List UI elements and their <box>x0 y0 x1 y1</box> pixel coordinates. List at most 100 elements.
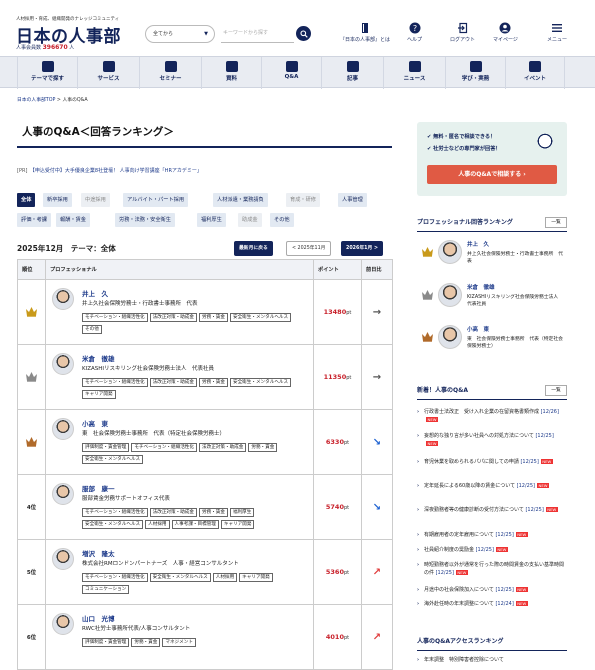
specialty-tag[interactable]: 法改正対策・助成金 <box>149 508 197 517</box>
gnav-learning[interactable]: 学び・実務 <box>445 57 505 89</box>
specialty-tag[interactable]: 安全衛生・メンタルヘルス <box>229 378 292 387</box>
search-input[interactable]: キーワードから探す <box>221 25 294 43</box>
latest-month-button[interactable]: 最新月に戻る <box>234 241 273 256</box>
specialty-tag[interactable]: マネジメント <box>162 638 196 647</box>
help-link[interactable]: ? ヘルプ <box>407 22 422 43</box>
pr-link[interactable]: [PR] 【申込受付中】大手優良企業8社登壇！ 人事向け学習講座「HRアカデミー… <box>17 167 202 174</box>
specialty-tag[interactable]: その他 <box>82 325 102 334</box>
specialty-tag[interactable]: 法改正対策・助成金 <box>199 443 247 452</box>
specialty-tag[interactable]: 人材採用 <box>145 520 170 529</box>
sidebar-ranking-item[interactable]: 米倉 徹雄 KIZASHIリスキリング社会保険労務士法人 代表社員 <box>417 283 567 319</box>
avatar[interactable] <box>52 353 74 375</box>
specialty-tag[interactable]: モチベーション・組織活性化 <box>82 573 148 582</box>
news-item[interactable]: › 深夜勤務者等の健康診断の受付方法について [12/25] NEW <box>417 506 567 514</box>
sidebar-news-more[interactable]: 一覧 <box>545 385 567 396</box>
filter-tab[interactable]: アルバイト・パート採用 <box>123 193 189 207</box>
breadcrumb-home[interactable]: 日本の人事部TOP <box>17 98 55 103</box>
professional-name[interactable]: 服部 康一 <box>82 483 115 493</box>
filter-tab[interactable]: 労務・法務・安全衛生 <box>115 213 175 227</box>
specialty-tag[interactable]: モチベーション・組織活性化 <box>131 443 197 452</box>
avatar[interactable] <box>52 418 74 440</box>
table-row[interactable]: 6位 山口 光博 RWC社労士事務所代表/人事コンサルタント 評価制度・賃金管理 労務・… <box>17 604 393 670</box>
avatar[interactable] <box>438 325 462 349</box>
gnav-qa[interactable]: Q&A <box>261 57 321 89</box>
gnav-events[interactable]: イベント <box>505 57 565 89</box>
avatar[interactable] <box>438 283 462 307</box>
logout-link[interactable]: ログアウト <box>450 22 475 43</box>
specialty-tag[interactable]: 法改正対策・助成金 <box>149 378 197 387</box>
filter-tab[interactable]: 報酬・賃金 <box>56 213 90 227</box>
filter-tab[interactable]: 福利厚生 <box>197 213 226 227</box>
news-item[interactable]: › 海外赴任時の年末調整について [12/24] NEW <box>417 600 567 608</box>
specialty-tag[interactable]: 評価制度・賃金管理 <box>82 443 130 452</box>
gnav-documents[interactable]: 資料 <box>201 57 261 89</box>
menu-button[interactable]: メニュー <box>547 22 567 43</box>
sidebar-ranking-item[interactable]: 井上 久井上久社会保険労務士・行政書士事務所 代表 <box>417 240 567 276</box>
search-scope-select[interactable]: 全てから ▼ <box>145 25 215 43</box>
specialty-tag[interactable]: 人事考課・目標管理 <box>171 520 219 529</box>
news-item[interactable]: › 育児休業を取められるパパに関しての申請 [12/25] NEW <box>417 458 567 466</box>
specialty-tag[interactable]: 安全衛生・メンタルヘルス <box>149 573 211 582</box>
avatar[interactable] <box>438 240 462 264</box>
gnav-news[interactable]: ニュース <box>383 57 445 89</box>
about-link[interactable]: 『日本の人事部』とは <box>340 22 390 43</box>
specialty-tag[interactable]: モチベーション・組織活性化 <box>82 378 148 387</box>
table-row[interactable]: 小高 東東 社会保険労務士事務所 代表（特定社会保険労務士） 評価制度・賃金管理モ… <box>17 409 393 475</box>
gnav-theme[interactable]: テーマで探す <box>17 57 77 89</box>
gnav-service[interactable]: サービス <box>77 57 139 89</box>
professional-name[interactable]: 米倉 徹雄 <box>467 283 495 291</box>
professional-name[interactable]: 井上 久 <box>467 240 489 248</box>
table-row[interactable]: 5位 増沢 隆太 株式会社RMロンドンパートナーズ 人事・経営コンサルタント モチベー… <box>17 539 393 605</box>
specialty-tag[interactable]: キャリア開発 <box>239 573 273 582</box>
professional-name[interactable]: 井上 久 <box>82 288 108 298</box>
search-button[interactable] <box>296 26 311 41</box>
specialty-tag[interactable]: 人材採用 <box>212 573 238 582</box>
access-item[interactable]: › 年末調整 特別障害者控除について <box>417 656 567 664</box>
specialty-tag[interactable]: 法改正対策・助成金 <box>149 313 197 322</box>
table-row[interactable]: 井上 久井上久社会保険労務士・行政書士事務所 代表 モチベーション・組織活性化 法改… <box>17 279 393 345</box>
consult-button[interactable]: 人事のQ&Aで相談する › <box>427 165 557 184</box>
specialty-tag[interactable]: 労務・賃金 <box>199 378 228 387</box>
specialty-tag[interactable]: 労務・賃金 <box>199 508 228 517</box>
prev-month-button[interactable]: < 2025年11月 <box>286 241 332 256</box>
professional-name[interactable]: 米倉 徹雄 <box>82 353 115 363</box>
gnav-articles[interactable]: 記事 <box>321 57 383 89</box>
table-row[interactable]: 4位 服部 康一 服部賃金労務サポートオフィス代表 モチベーション・組織活性化 法改正対… <box>17 474 393 540</box>
specialty-tag[interactable]: 評価制度・賃金管理 <box>82 638 130 647</box>
mypage-link[interactable]: マイページ <box>493 22 518 43</box>
avatar[interactable] <box>52 483 74 505</box>
news-item[interactable]: › 月途中の社会保険加入について [12/25] NEW <box>417 586 567 594</box>
professional-name[interactable]: 小高 東 <box>82 418 108 428</box>
news-item[interactable]: › 妄想的な独り言が多い社員への対処方法について [12/25]NEW <box>417 432 567 448</box>
specialty-tag[interactable]: キャリア開発 <box>82 390 116 399</box>
specialty-tag[interactable]: 労務・賃金 <box>199 313 228 322</box>
specialty-tag[interactable]: コミュニケーション <box>82 585 130 594</box>
specialty-tag[interactable]: キャリア開発 <box>220 520 255 529</box>
specialty-tag[interactable]: 福利厚生 <box>229 508 255 517</box>
filter-tab[interactable]: 新卒採用 <box>43 193 72 207</box>
specialty-tag[interactable]: モチベーション・組織活性化 <box>82 313 148 322</box>
news-item[interactable]: › 有期雇用者の定年雇用について [12/25] NEW <box>417 531 567 539</box>
gnav-seminar[interactable]: セミナー <box>139 57 201 89</box>
specialty-tag[interactable]: 労務・賃金 <box>131 638 161 647</box>
sidebar-ranking-item[interactable]: 小高 東東 社会保険労務士事務所 代表（特定社会保険労務士） <box>417 325 567 361</box>
professional-name[interactable]: 山口 光博 <box>82 613 115 623</box>
specialty-tag[interactable]: 安全衛生・メンタルヘルス <box>229 313 292 322</box>
next-month-button[interactable]: 2026年1月 > <box>341 241 383 256</box>
filter-tab[interactable]: 人材派遣・業務請負 <box>213 193 268 207</box>
specialty-tag[interactable]: 安全衛生・メンタルヘルス <box>82 455 144 464</box>
avatar[interactable] <box>52 613 74 635</box>
specialty-tag[interactable]: 労務・賃金 <box>248 443 278 452</box>
filter-tab[interactable]: 全体 <box>17 193 36 207</box>
news-item[interactable]: › 時短勤務者以外が通常を行った際の時間賃金の支払い基準時間の件 [12/25] N… <box>417 561 567 577</box>
news-item[interactable]: › 社員紹介制度の奨励金 [12/25] NEW <box>417 546 567 554</box>
filter-tab[interactable]: 評価・考課 <box>17 213 51 227</box>
avatar[interactable] <box>52 288 74 310</box>
filter-tab[interactable]: 助成金 <box>238 213 262 227</box>
professional-name[interactable]: 増沢 隆太 <box>82 548 115 558</box>
sidebar-ranking-more[interactable]: 一覧 <box>545 217 567 228</box>
news-item[interactable]: › 行政書士法改正 受け入れ企業の在留資格書類作成 [12/26]NEW <box>417 408 567 424</box>
specialty-tag[interactable]: 安全衛生・メンタルヘルス <box>82 520 144 529</box>
filter-tab[interactable]: 人事管理 <box>338 193 367 207</box>
specialty-tag[interactable]: モチベーション・組織活性化 <box>82 508 148 517</box>
